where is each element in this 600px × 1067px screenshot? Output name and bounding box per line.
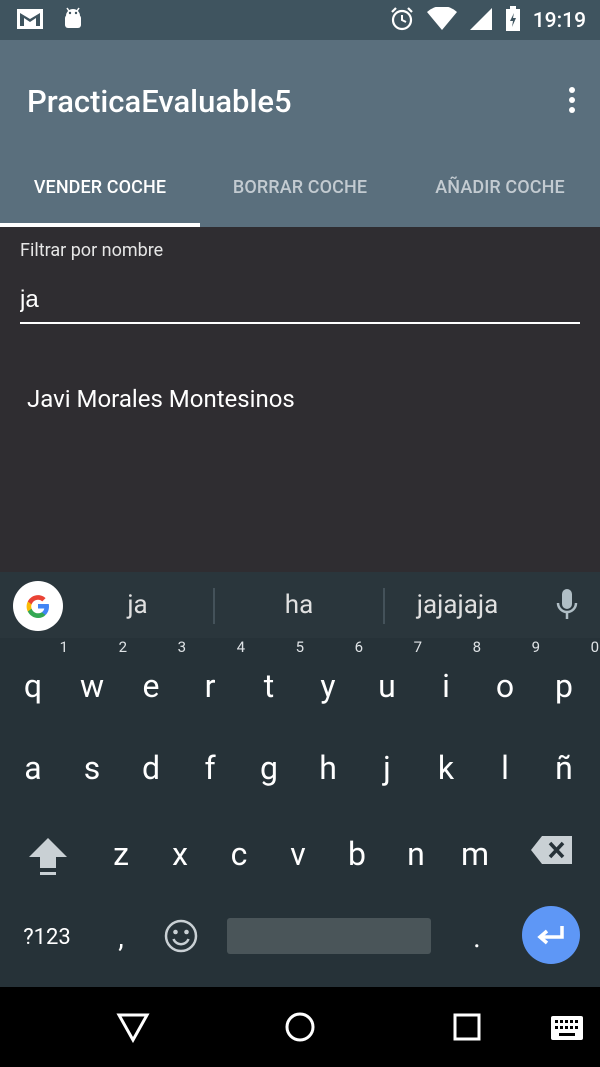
emoji-key-icon[interactable]: [156, 918, 206, 963]
home-icon[interactable]: [284, 1011, 316, 1047]
backspace-key-icon[interactable]: [527, 834, 577, 875]
key-f[interactable]: f: [185, 748, 235, 788]
key-c[interactable]: c: [214, 834, 264, 874]
status-bar: 19:19: [0, 0, 600, 40]
recents-icon[interactable]: [453, 1013, 481, 1045]
key-v[interactable]: v: [273, 834, 323, 874]
key-s[interactable]: s: [67, 748, 117, 788]
key-g[interactable]: g: [244, 748, 294, 788]
suggestion-2[interactable]: ha: [215, 572, 383, 638]
key-z[interactable]: z: [96, 834, 146, 874]
tab-bar: VENDER COCHE BORRAR COCHE AÑADIR COCHE: [0, 148, 600, 227]
soft-keyboard: ja ha jajajaja q1 w2 e3 r4 t5 y6 u7 i8 o…: [0, 572, 600, 987]
key-u[interactable]: u7: [362, 640, 422, 706]
suggestion-3[interactable]: jajajaja: [385, 572, 530, 638]
key-comma[interactable]: ,: [96, 918, 146, 958]
keyboard-switcher-icon[interactable]: [550, 1015, 584, 1045]
key-l[interactable]: l: [480, 748, 530, 788]
enter-key-icon[interactable]: [522, 906, 580, 964]
key-h[interactable]: h: [303, 748, 353, 788]
tab-anadir-coche[interactable]: AÑADIR COCHE: [400, 148, 600, 227]
key-w[interactable]: w2: [67, 640, 127, 706]
key-t[interactable]: t5: [244, 640, 304, 706]
microphone-icon[interactable]: [556, 589, 578, 625]
space-bar[interactable]: [227, 918, 431, 954]
status-time: 19:19: [532, 9, 586, 33]
key-j[interactable]: j: [362, 748, 412, 788]
app-bar: PracticaEvaluable5 VENDER COCHE BORRAR C…: [0, 40, 600, 227]
key-p[interactable]: p0: [539, 640, 599, 706]
key-k[interactable]: k: [421, 748, 471, 788]
key-e[interactable]: e3: [126, 640, 186, 706]
alarm-icon: [389, 6, 415, 36]
key-n-tilde[interactable]: ñ: [539, 748, 589, 788]
gmail-icon: [16, 7, 44, 35]
suggestion-1[interactable]: ja: [70, 572, 205, 638]
navigation-bar: [0, 987, 600, 1067]
key-y[interactable]: y6: [303, 640, 363, 706]
app-title: PracticaEvaluable5: [27, 83, 292, 120]
key-i[interactable]: i8: [421, 640, 481, 706]
suggestion-strip: ja ha jajajaja: [0, 572, 600, 638]
key-o[interactable]: o9: [480, 640, 540, 706]
key-a[interactable]: a: [8, 748, 58, 788]
key-d[interactable]: d: [126, 748, 176, 788]
android-icon: [62, 7, 84, 35]
google-icon[interactable]: [13, 581, 63, 631]
main-content: Filtrar por nombre Javi Morales Montesin…: [0, 227, 600, 572]
battery-icon: [505, 6, 521, 36]
key-q[interactable]: q1: [8, 640, 68, 706]
shift-key-icon[interactable]: [22, 834, 74, 885]
key-m[interactable]: m: [450, 834, 500, 874]
key-r[interactable]: r4: [185, 640, 245, 706]
tab-vender-coche[interactable]: VENDER COCHE: [0, 148, 200, 227]
wifi-icon: [426, 6, 457, 35]
overflow-menu-icon[interactable]: [566, 87, 578, 115]
filter-input[interactable]: [20, 277, 580, 324]
list-item[interactable]: Javi Morales Montesinos: [27, 385, 295, 413]
key-n[interactable]: n: [391, 834, 441, 874]
key-b[interactable]: b: [332, 834, 382, 874]
signal-icon: [469, 7, 493, 35]
filter-label: Filtrar por nombre: [20, 240, 164, 261]
key-period[interactable]: .: [452, 918, 502, 958]
symbols-key[interactable]: ?123: [14, 918, 80, 958]
back-icon[interactable]: [116, 1011, 150, 1047]
tab-borrar-coche[interactable]: BORRAR COCHE: [200, 148, 400, 227]
key-x[interactable]: x: [155, 834, 205, 874]
